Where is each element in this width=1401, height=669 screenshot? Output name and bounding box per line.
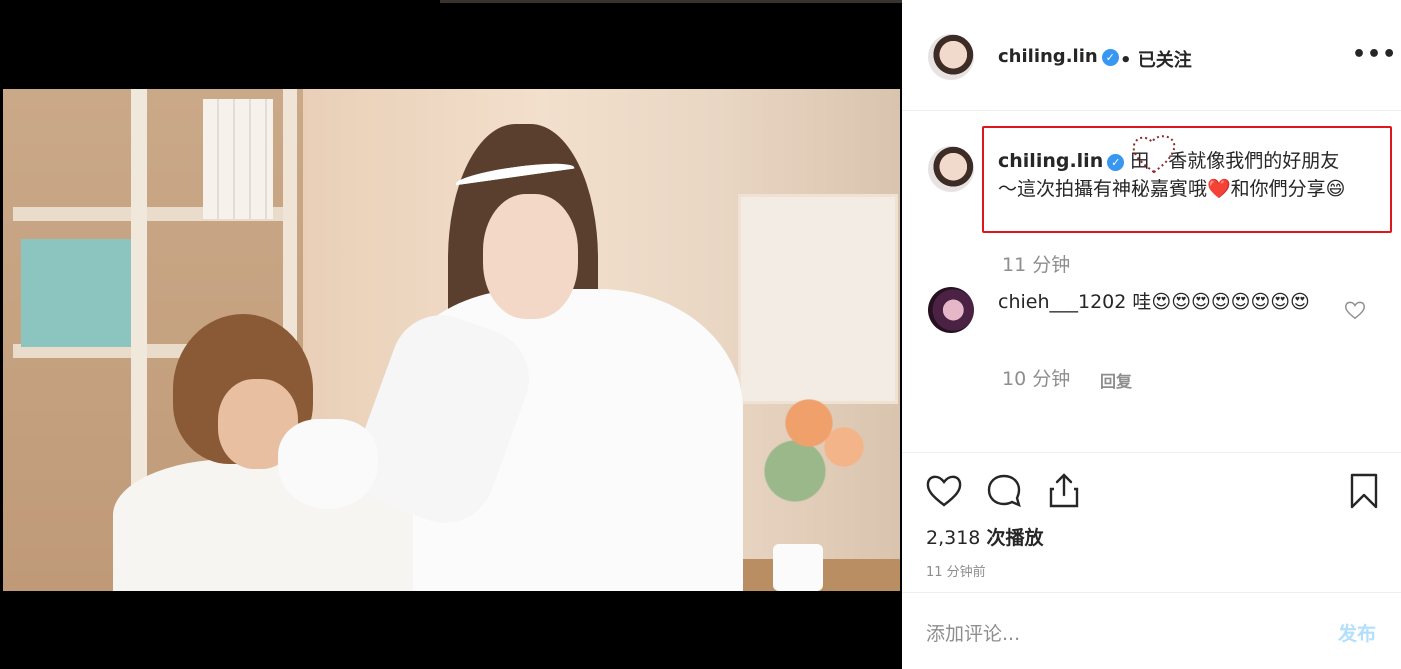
post-timestamp[interactable]: 11 分钟前 [926, 561, 986, 580]
verified-icon: ✓ [1101, 49, 1119, 66]
comment: chieh___1202 哇😍😍😍😍😍😍😍😍 [998, 288, 1328, 316]
shelf-panel [21, 239, 139, 347]
video-player[interactable] [3, 89, 900, 591]
comment-icon[interactable] [984, 471, 1024, 511]
caption-timestamp: 11 分钟 [1002, 254, 1071, 276]
avatar[interactable] [928, 34, 974, 80]
username-text[interactable]: chiling.lin [998, 46, 1098, 67]
books [203, 99, 273, 219]
comment-input[interactable]: 添加评论... [926, 619, 1020, 646]
caption: chiling.lin ✓ 田 香就像我們的好朋友～這次拍攝有神秘嘉賓哦❤️和你們… [998, 147, 1358, 203]
post-header: chiling.lin ✓ • 已关注 ••• [902, 0, 1401, 111]
vase [773, 544, 823, 591]
comment-avatar[interactable] [928, 287, 974, 333]
action-bar: 2,318 次播放 11 分钟前 [902, 452, 1401, 592]
view-count[interactable]: 2,318 次播放 [926, 523, 1043, 550]
follow-status-button[interactable]: • 已关注 [1120, 46, 1192, 72]
top-strip [440, 0, 902, 3]
flowers [753, 359, 893, 519]
add-comment-bar: 添加评论... 发布 [902, 592, 1401, 669]
caption-username[interactable]: chiling.lin [998, 150, 1103, 172]
bookmark-icon[interactable] [1344, 471, 1384, 511]
post-panel: chiling.lin ✓ • 已关注 ••• chiling.lin ✓ 田 香就… [902, 0, 1401, 669]
comment-like-icon[interactable] [1344, 300, 1366, 320]
post-comment-button[interactable]: 发布 [1338, 619, 1376, 646]
comment-timestamp: 10 分钟 [1002, 368, 1071, 390]
woman-face [483, 194, 578, 319]
username-link[interactable]: chiling.lin ✓ [998, 46, 1119, 67]
reply-button[interactable]: 回复 [1100, 368, 1132, 392]
heart-icon[interactable] [924, 471, 964, 511]
heart-doodle-icon [1132, 135, 1176, 174]
comment-text: 哇😍😍😍😍😍😍😍😍 [1132, 291, 1310, 313]
comment-username[interactable]: chieh___1202 [998, 291, 1126, 313]
share-icon[interactable] [1044, 471, 1084, 511]
more-options-icon[interactable]: ••• [1352, 42, 1397, 67]
caption-avatar[interactable] [928, 146, 974, 192]
verified-icon: ✓ [1107, 154, 1125, 171]
view-count-number: 2,318 [926, 527, 981, 549]
media-area [0, 0, 902, 669]
view-count-label: 次播放 [986, 527, 1044, 549]
bowl [278, 419, 378, 509]
